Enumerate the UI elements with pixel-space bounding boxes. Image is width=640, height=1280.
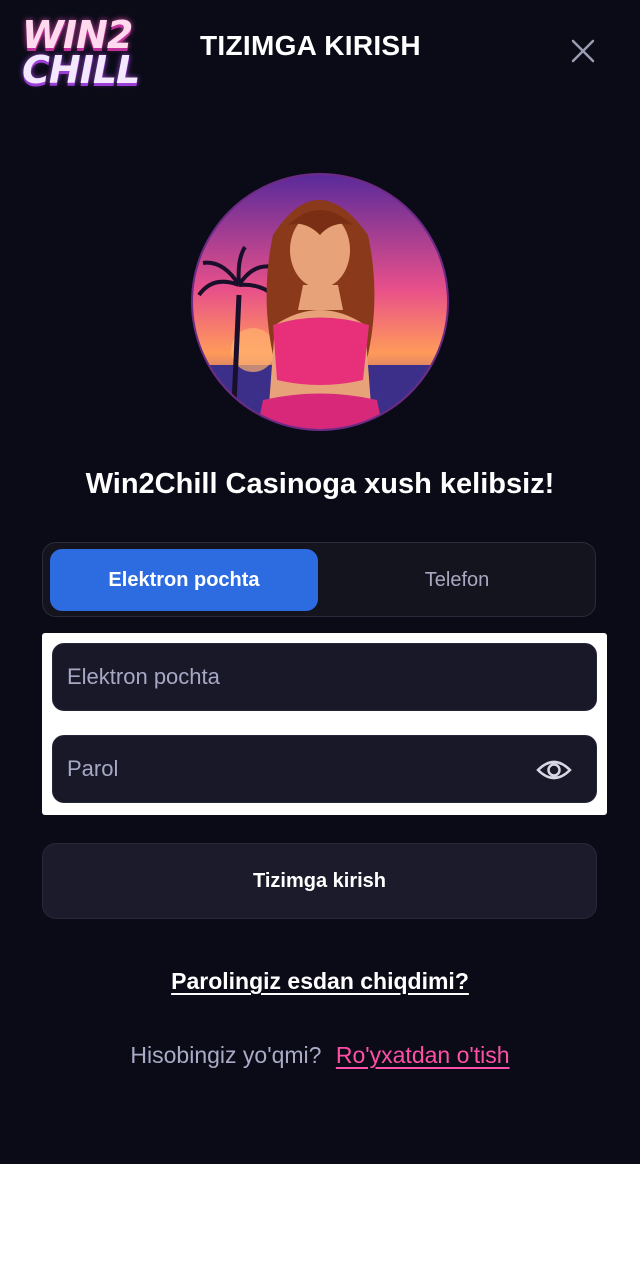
email-field[interactable] [53,644,596,710]
register-row: Hisobingiz yo'qmi? Ro'yxatdan o'tish [0,1042,640,1069]
page-title: TIZIMGA KIRISH [200,30,421,61]
welcome-heading: Win2Chill Casinoga xush kelibsiz! [85,468,555,500]
win2chill-logo[interactable]: WIN2 CHILL [22,16,152,98]
password-field-container [52,735,597,803]
tab-phone[interactable]: Telefon [323,549,591,611]
toggle-password-button[interactable] [536,756,572,784]
login-button[interactable]: Tizimga kirish [42,843,597,919]
login-modal: WIN2 CHILL TIZIMGA KIRISH Win2Chill Casi… [0,0,640,1164]
logo-line-2: CHILL [22,47,140,92]
forgot-password-link[interactable]: Parolingiz esdan chiqdimi? [171,968,469,994]
login-method-tabs: Elektron pochta Telefon [42,542,596,617]
email-field-container [52,643,597,711]
register-link[interactable]: Ro'yxatdan o'tish [336,1042,510,1068]
eye-icon [536,760,572,780]
register-question: Hisobingiz yo'qmi? [130,1042,322,1068]
close-button[interactable] [566,34,600,68]
forgot-password-row: Parolingiz esdan chiqdimi? [0,968,640,995]
tab-email[interactable]: Elektron pochta [50,549,318,611]
close-icon [571,39,595,63]
password-field[interactable] [53,736,596,802]
avatar-image [193,175,447,429]
